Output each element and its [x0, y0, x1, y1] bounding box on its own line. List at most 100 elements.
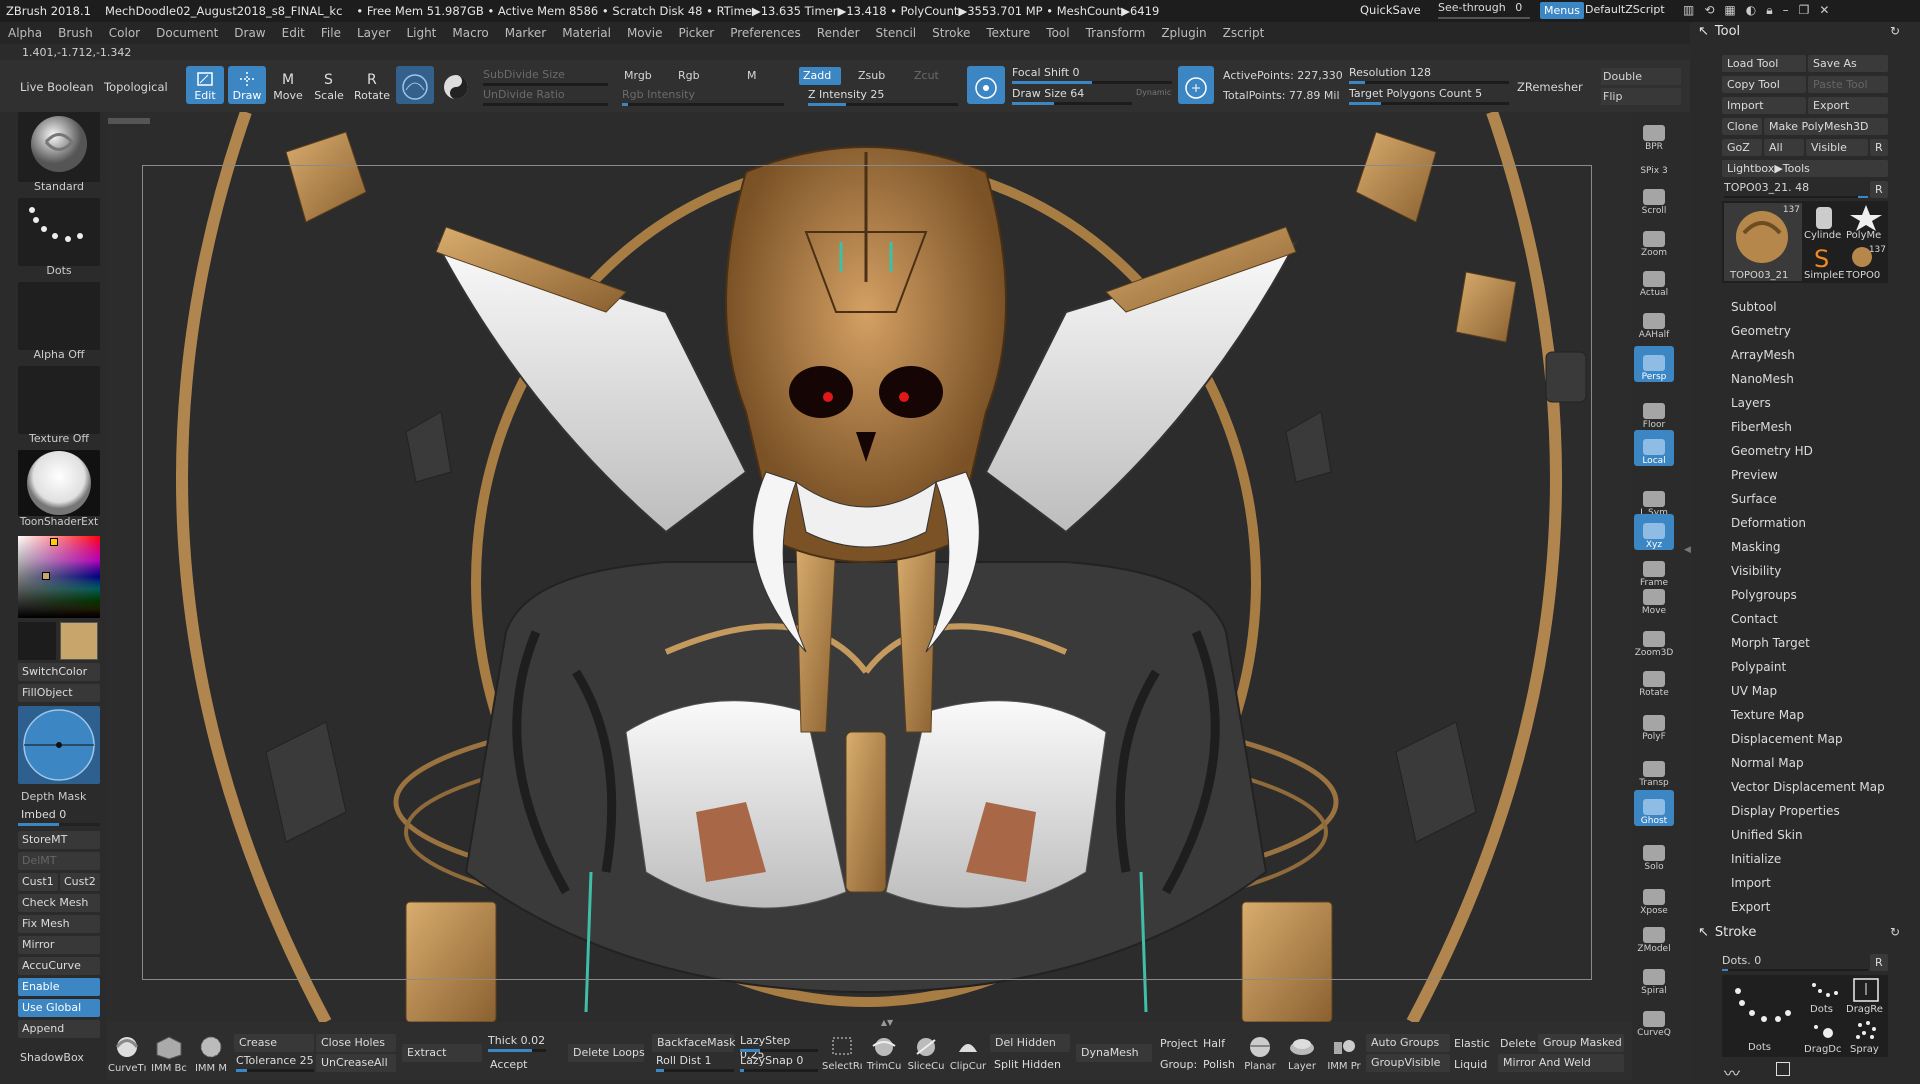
shelf-ghost-button[interactable]: Ghost [1634, 790, 1674, 826]
default-zscript-button[interactable]: DefaultZScript [1585, 3, 1665, 16]
mirror-and-weld-button[interactable]: Mirror And Weld [1498, 1054, 1624, 1072]
switchcolor-button[interactable]: SwitchColor [18, 663, 100, 681]
check-mesh-button[interactable]: Check Mesh In [18, 894, 100, 927]
menus-toggle[interactable]: Menus [1540, 2, 1584, 19]
tool-thumb-simplebrush[interactable]: S SimpleE [1804, 243, 1844, 281]
subpalette-nanomesh[interactable]: NanoMesh [1731, 372, 1794, 386]
edit-button[interactable]: Edit [186, 66, 224, 104]
subpalette-polygroups[interactable]: Polygroups [1731, 588, 1797, 602]
palette-divider-arrow[interactable]: ◀ [1684, 545, 1691, 555]
subpalette-morph-target[interactable]: Morph Target [1731, 636, 1810, 650]
tool-thumb-topo0[interactable]: 137 TOPO0 [1846, 243, 1886, 281]
imm-bc-brush[interactable]: IMM Bc [150, 1034, 188, 1074]
subpalette-displacement-map[interactable]: Displacement Map [1731, 732, 1843, 746]
ctolerance-slider[interactable]: CTolerance 25 [236, 1054, 314, 1072]
zsub-button[interactable]: Zsub [858, 69, 885, 82]
subpalette-normal-map[interactable]: Normal Map [1731, 756, 1804, 770]
subpalette-contact[interactable]: Contact [1731, 612, 1778, 626]
material-thumbnail[interactable] [18, 450, 100, 516]
elastic-button[interactable]: Elastic [1454, 1037, 1490, 1050]
groupvisible-button[interactable]: GroupVisible [1366, 1054, 1450, 1072]
shelf-solo-button[interactable]: Solo [1634, 836, 1674, 872]
subpalette-fibermesh[interactable]: FiberMesh [1731, 420, 1792, 434]
minimize-icon[interactable]: – [1783, 3, 1799, 17]
del-hidden-button[interactable]: Del Hidden [990, 1034, 1070, 1052]
roll-dist-slider[interactable]: Roll Dist 1 [656, 1054, 734, 1072]
fillobject-button[interactable]: FillObject [18, 684, 100, 702]
subpalette-preview[interactable]: Preview [1731, 468, 1778, 482]
extract-button[interactable]: Extract [402, 1044, 482, 1062]
draw-size-slider[interactable]: Draw Size 64 [1012, 87, 1132, 105]
imbed-slider[interactable]: Imbed 0 [18, 808, 100, 826]
save-as-button[interactable]: Save As [1808, 55, 1888, 72]
shelf-floor-button[interactable]: Floor [1634, 394, 1674, 430]
layer-brush[interactable]: Layer [1282, 1034, 1322, 1072]
delmt-button[interactable]: DelMT [18, 852, 100, 870]
lightbox-tools-button[interactable]: Lightbox▶Tools [1722, 160, 1888, 177]
menu-tool[interactable]: Tool [1038, 26, 1077, 40]
subpalette-surface[interactable]: Surface [1731, 492, 1777, 506]
quicksave-button[interactable]: QuickSave [1360, 3, 1421, 17]
shelf-zoom-button[interactable]: Zoom [1634, 222, 1674, 258]
stroke-checkbox[interactable] [1776, 1062, 1790, 1076]
cust2-button[interactable]: Cust2 [60, 873, 100, 891]
shelf-transp-button[interactable]: Transp [1634, 752, 1674, 788]
lazystep-slider[interactable]: LazyStep 0.25 [740, 1034, 818, 1061]
menu-zscript[interactable]: Zscript [1215, 26, 1273, 40]
texture-thumbnail[interactable] [18, 366, 100, 434]
slicecurve-brush[interactable]: SliceCu [906, 1034, 946, 1072]
subpalette-import[interactable]: Import [1731, 876, 1771, 890]
subpalette-display-properties[interactable]: Display Properties [1731, 804, 1840, 818]
load-tool-button[interactable]: Load Tool [1722, 55, 1806, 72]
tool-thumb-topo03[interactable]: 137 TOPO03_21 [1724, 203, 1802, 281]
menu-file[interactable]: File [313, 26, 349, 40]
see-through-slider[interactable]: See-through 0 [1438, 1, 1530, 19]
menu-layer[interactable]: Layer [349, 26, 398, 40]
delete-button[interactable]: Delete [1500, 1037, 1536, 1050]
stroke-thumbnail[interactable] [18, 198, 100, 266]
half-button[interactable]: Half [1203, 1037, 1225, 1050]
stroke-thumb-dragdot[interactable]: DragDc [1804, 1017, 1844, 1055]
m-button[interactable]: M [747, 69, 757, 82]
interface-icon[interactable]: ▥ [1683, 3, 1704, 17]
crease-button[interactable]: Crease [234, 1034, 314, 1052]
subpalette-masking[interactable]: Masking [1731, 540, 1780, 554]
focal-shift-slider[interactable]: Focal Shift 0 [1012, 66, 1172, 84]
cust1-button[interactable]: Cust1 [18, 873, 58, 891]
imm-pr-brush[interactable]: IMM Pr [1324, 1034, 1364, 1072]
shelf-xpose-button[interactable]: Xpose [1634, 880, 1674, 916]
subpalette-polypaint[interactable]: Polypaint [1731, 660, 1786, 674]
subpalette-geometry-hd[interactable]: Geometry HD [1731, 444, 1813, 458]
shelf-actual-button[interactable]: Actual [1634, 262, 1674, 298]
stroke-thumb-spray[interactable]: Spray [1846, 1017, 1886, 1055]
group-masked-button[interactable]: Group Masked [1538, 1034, 1624, 1052]
tool-thumb-cylinder[interactable]: Cylinde [1804, 203, 1844, 241]
shelf-rotate-button[interactable]: Rotate [1634, 662, 1674, 698]
depth-mask-gizmo[interactable] [18, 706, 100, 784]
storemt-button[interactable]: StoreMT [18, 831, 100, 849]
shelf-move-button[interactable]: Move [1634, 580, 1674, 616]
lock-icon[interactable]: 🔒︎ [1766, 3, 1782, 17]
move-button[interactable]: M Move [270, 66, 306, 104]
project-button[interactable]: Project [1160, 1037, 1198, 1050]
menu-stroke[interactable]: Stroke [924, 26, 978, 40]
menu-marker[interactable]: Marker [497, 26, 554, 40]
secondary-color-swatch[interactable] [60, 622, 98, 660]
delete-loops-button[interactable]: Delete Loops [568, 1044, 645, 1062]
menu-material[interactable]: Material [554, 26, 619, 40]
append-button[interactable]: Append [18, 1020, 100, 1038]
selectrect-brush[interactable]: SelectRı [822, 1034, 863, 1072]
shelf-bpr-button[interactable]: BPR [1634, 116, 1674, 152]
undivide-ratio-slider[interactable]: UnDivide Ratio [483, 88, 608, 106]
menu-macro[interactable]: Macro [444, 26, 496, 40]
thick-slider[interactable]: Thick 0.02 [488, 1034, 546, 1052]
visible-button[interactable]: Visible [1806, 139, 1868, 156]
menu-edit[interactable]: Edit [274, 26, 313, 40]
subpalette-initialize[interactable]: Initialize [1731, 852, 1781, 866]
brush-thumbnail[interactable] [18, 112, 100, 182]
menu-preferences[interactable]: Preferences [722, 26, 809, 40]
layout-icon[interactable]: ▦ [1724, 3, 1745, 17]
zremesher-button[interactable]: ZRemesher [1517, 80, 1583, 94]
dynamesh-button[interactable]: DynaMesh [1076, 1044, 1152, 1062]
subpalette-uv-map[interactable]: UV Map [1731, 684, 1777, 698]
